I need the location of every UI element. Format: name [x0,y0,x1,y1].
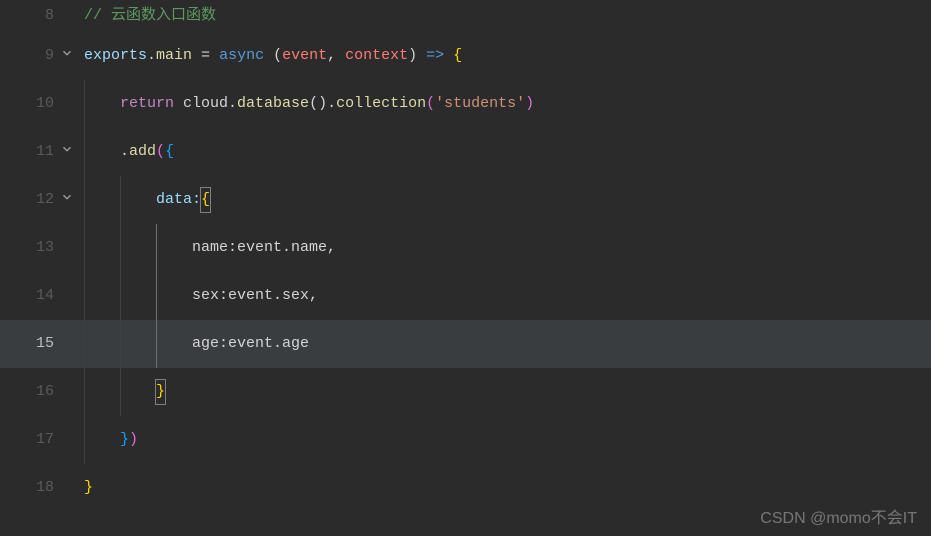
code-line[interactable]: .add({ [76,140,931,188]
gutter-row: 8 [0,4,76,44]
gutter-row: 15 [0,332,76,380]
code-line[interactable]: age:event.age [76,332,931,380]
line-number: 17 [36,428,54,452]
line-number: 14 [36,284,54,308]
code-area[interactable]: // 云函数入口函数 exports.main = async (event, … [76,0,931,536]
watermark: CSDN @momo不会IT [760,504,917,528]
line-number: 13 [36,236,54,260]
gutter-row: 10 [0,92,76,140]
code-line[interactable]: // 云函数入口函数 [76,4,931,44]
line-number: 11 [36,140,54,164]
chevron-down-icon[interactable] [60,142,74,156]
gutter: 8 9 10 11 12 13 14 15 16 17 [0,0,76,536]
gutter-row: 9 [0,44,76,92]
code-line[interactable]: } [76,380,931,428]
line-number: 15 [36,332,54,356]
gutter-row: 11 [0,140,76,188]
line-number: 12 [36,188,54,212]
chevron-down-icon[interactable] [60,190,74,204]
code-line[interactable]: name:event.name, [76,236,931,284]
gutter-row: 12 [0,188,76,236]
code-line[interactable]: }) [76,428,931,476]
comment-text: // 云函数入口函数 [84,7,216,24]
line-number: 10 [36,92,54,116]
gutter-row: 16 [0,380,76,428]
line-number: 9 [45,44,54,68]
code-line[interactable]: data:{ [76,188,931,236]
line-number: 8 [45,4,54,28]
code-line[interactable]: sex:event.sex, [76,284,931,332]
line-number: 18 [36,476,54,500]
code-line[interactable]: return cloud.database().collection('stud… [76,92,931,140]
chevron-down-icon[interactable] [60,46,74,60]
gutter-row: 18 [0,476,76,524]
line-number: 16 [36,380,54,404]
gutter-row: 13 [0,236,76,284]
code-line[interactable]: exports.main = async (event, context) =>… [76,44,931,92]
gutter-row: 14 [0,284,76,332]
code-editor[interactable]: 8 9 10 11 12 13 14 15 16 17 [0,0,931,536]
gutter-row: 17 [0,428,76,476]
